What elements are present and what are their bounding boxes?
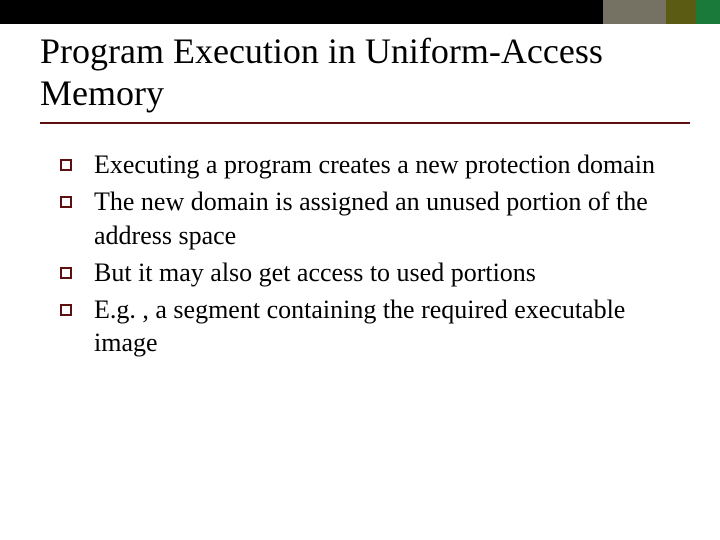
list-item: The new domain is assigned an unused por… [60,185,672,252]
list-item: But it may also get access to used porti… [60,256,672,289]
bullet-text: But it may also get access to used porti… [94,256,536,289]
band-segment-gray [603,0,666,24]
bullet-list: Executing a program creates a new protec… [60,148,672,364]
bullet-square-icon [60,196,72,208]
title-underline [40,122,690,124]
slide-title: Program Execution in Uniform-Access Memo… [40,30,680,115]
list-item: Executing a program creates a new protec… [60,148,672,181]
band-segment-olive [666,0,696,24]
slide-title-block: Program Execution in Uniform-Access Memo… [40,30,680,115]
bullet-square-icon [60,159,72,171]
top-decorative-band [0,0,720,24]
bullet-square-icon [60,267,72,279]
list-item: E.g. , a segment containing the required… [60,293,672,360]
bullet-text: Executing a program creates a new protec… [94,148,655,181]
bullet-square-icon [60,304,72,316]
bullet-text: The new domain is assigned an unused por… [94,185,672,252]
bullet-text: E.g. , a segment containing the required… [94,293,672,360]
band-segment-green [696,0,720,24]
